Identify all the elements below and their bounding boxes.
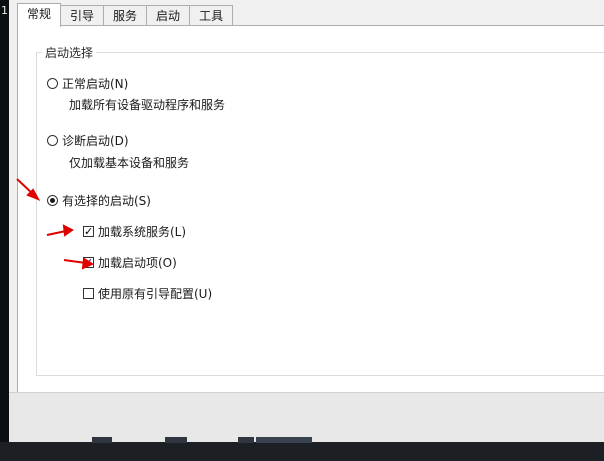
load-system-services-option[interactable]: 加载系统服务(L): [83, 223, 186, 240]
tab-general[interactable]: 常规: [17, 3, 62, 27]
general-panel: 启动选择 正常启动(N) 加载所有设备驱动程序和服务 诊断启动(D) 仅加载基本…: [17, 25, 604, 392]
use-original-boot-option[interactable]: 使用原有引导配置(U): [83, 285, 212, 302]
msconfig-window: 常规 引导 服务 启动 工具 启动选择 正常启动(N) 加载所有设备驱动程序和服…: [9, 0, 604, 443]
load-startup-items-checkbox[interactable]: [83, 257, 94, 268]
side-number: 1: [1, 4, 8, 17]
taskbar: [0, 442, 604, 461]
normal-startup-label: 正常启动(N): [62, 77, 129, 91]
normal-startup-radio[interactable]: [47, 78, 58, 89]
selective-startup-radio[interactable]: [47, 195, 58, 206]
dialog-button-area: [9, 392, 604, 443]
selective-startup-label: 有选择的启动(S): [62, 194, 151, 208]
diagnostic-startup-radio[interactable]: [47, 135, 58, 146]
startup-selection-legend: 启动选择: [42, 44, 97, 61]
left-edge: 1: [0, 0, 9, 461]
tab-startup[interactable]: 启动: [147, 5, 191, 26]
tab-tools[interactable]: 工具: [190, 5, 234, 26]
load-startup-items-option[interactable]: 加载启动项(O): [83, 254, 177, 271]
load-startup-items-label: 加载启动项(O): [98, 256, 177, 270]
taskbar-mark: [238, 437, 254, 443]
normal-startup-desc: 加载所有设备驱动程序和服务: [69, 98, 226, 112]
diagnostic-startup-label: 诊断启动(D): [62, 134, 129, 148]
taskbar-mark: [92, 437, 112, 443]
use-original-boot-label: 使用原有引导配置(U): [98, 287, 213, 301]
startup-selection-group: 启动选择 正常启动(N) 加载所有设备驱动程序和服务 诊断启动(D) 仅加载基本…: [36, 44, 604, 376]
load-system-services-checkbox[interactable]: [83, 226, 94, 237]
tab-services[interactable]: 服务: [104, 5, 148, 26]
normal-startup-option[interactable]: 正常启动(N): [47, 75, 128, 92]
taskbar-mark: [256, 437, 312, 443]
selective-startup-option[interactable]: 有选择的启动(S): [47, 192, 151, 209]
diagnostic-startup-desc: 仅加载基本设备和服务: [69, 156, 190, 170]
tab-strip: 常规 引导 服务 启动 工具: [17, 3, 234, 27]
diagnostic-startup-option[interactable]: 诊断启动(D): [47, 132, 129, 149]
tab-boot[interactable]: 引导: [61, 5, 105, 26]
use-original-boot-checkbox[interactable]: [83, 288, 94, 299]
load-system-services-label: 加载系统服务(L): [98, 225, 187, 239]
taskbar-mark: [165, 437, 187, 443]
